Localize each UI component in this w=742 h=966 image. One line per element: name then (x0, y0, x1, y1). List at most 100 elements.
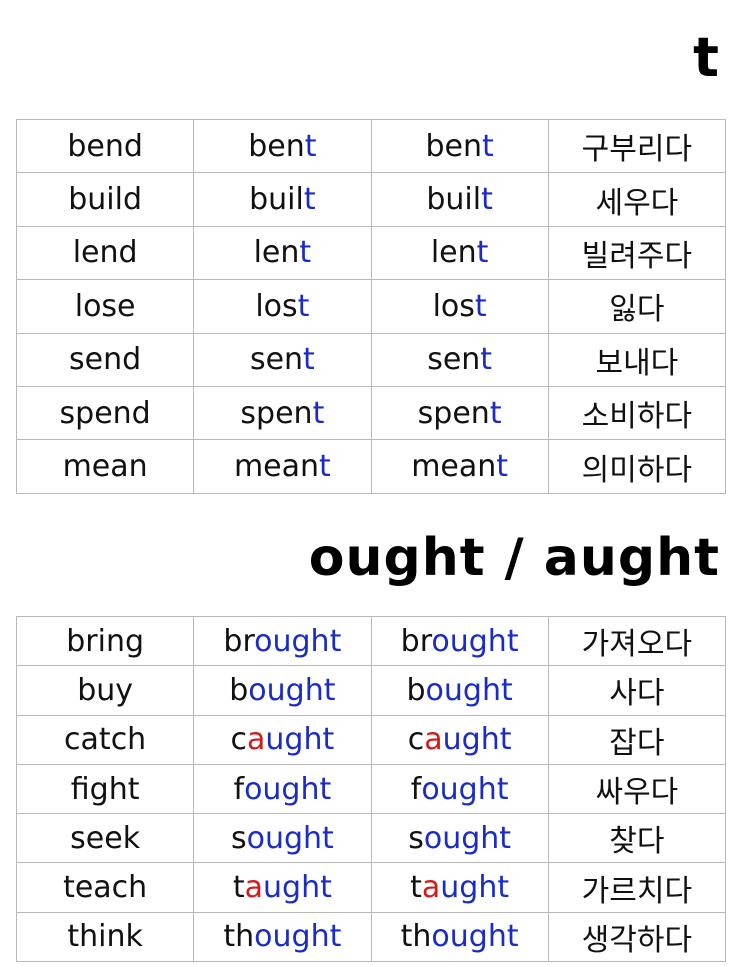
base-form-cell: send (15, 332, 195, 387)
word-segment: t (474, 288, 487, 324)
past-form-cell: caught (193, 714, 372, 765)
word-segment: c (407, 722, 425, 758)
meaning-cell: 잡다 (547, 714, 727, 765)
past-form-cell: meant (193, 439, 372, 494)
word-segment: len (430, 235, 477, 271)
word-segment: t (481, 182, 493, 218)
past-form-cell: fought (193, 763, 372, 815)
meaning-cell: 세우다 (547, 172, 727, 227)
word-segment: t (303, 182, 316, 218)
word-segment: br (400, 623, 432, 659)
word-segment: c (230, 722, 248, 758)
word-segment: t (496, 449, 509, 485)
word-segment: ught (263, 870, 332, 906)
table-row: mean meant meant 의미하다 (15, 439, 727, 494)
word-segment: ought (244, 771, 332, 807)
table-row: fight fought fought 싸우다 (15, 763, 727, 815)
meaning-cell: 사다 (547, 665, 727, 716)
base-form-cell: lend (15, 225, 195, 281)
table-row: catch caught caught 잡다 (15, 714, 727, 765)
past-participle-cell: bought (370, 665, 549, 716)
meaning-cell: 잃다 (547, 279, 727, 334)
meaning-cell: 구부리다 (547, 118, 727, 174)
meaning-cell: 생각하다 (547, 911, 727, 963)
table-row: lend lent lent 빌려주다 (15, 225, 727, 281)
word-segment: b (406, 672, 426, 708)
table-row: teach taught taught 가르치다 (15, 862, 727, 913)
word-segment: ben (425, 128, 482, 164)
past-participle-cell: brought (370, 615, 549, 667)
word-segment: b (229, 672, 249, 708)
past-form-cell: bought (193, 665, 372, 716)
word-segment: th (400, 919, 432, 955)
word-segment: spen (240, 395, 313, 431)
past-form-cell: sought (193, 813, 372, 864)
word-segment: f (410, 771, 422, 807)
past-participle-cell: spent (370, 385, 549, 441)
word-segment: ought (425, 672, 513, 708)
base-form-cell: lose (15, 279, 195, 334)
past-form-cell: lent (193, 225, 372, 281)
base-form-cell: catch (15, 714, 195, 765)
verb-table-ought-aught: bring brought brought 가져오다 buy bought bought 사다… (15, 615, 727, 963)
table-row: think thought thought 생각하다 (15, 911, 727, 963)
past-participle-cell: caught (370, 714, 549, 765)
past-participle-cell: taught (370, 862, 549, 913)
word-segment: ben (248, 128, 305, 164)
table-row: bring brought brought 가져오다 (15, 615, 727, 667)
word-segment: buil (249, 182, 304, 218)
base-form-cell: bring (15, 615, 195, 667)
word-segment: mean (233, 449, 320, 485)
word-segment: a (421, 870, 441, 906)
word-segment: t (299, 235, 312, 271)
past-form-cell: lost (193, 279, 372, 334)
word-segment: ught (265, 722, 335, 758)
word-segment: ught (440, 870, 510, 906)
section-title-t: t (693, 26, 720, 89)
past-form-cell: brought (193, 615, 372, 667)
past-participle-cell: lent (370, 225, 549, 281)
meaning-cell: 소비하다 (547, 385, 727, 441)
word-segment: ought (248, 672, 336, 708)
verb-table-t: bend bent bent 구부리다 build built built 세우다 lend le… (15, 118, 727, 494)
past-participle-cell: meant (370, 439, 549, 494)
word-segment: s (230, 820, 247, 856)
meaning-cell: 싸우다 (547, 763, 727, 815)
base-form-cell: mean (15, 439, 195, 494)
past-form-cell: sent (193, 332, 372, 387)
meaning-cell: 가르치다 (547, 862, 727, 913)
meaning-cell: 찾다 (547, 813, 727, 864)
word-segment: a (424, 722, 443, 758)
table-row: spend spent spent 소비하다 (15, 385, 727, 441)
base-form-cell: buy (15, 665, 195, 716)
table-row: buy bought bought 사다 (15, 665, 727, 716)
word-segment: mean (411, 449, 497, 485)
word-segment: t (476, 235, 489, 271)
word-segment: ought (254, 623, 342, 659)
word-segment: t (410, 870, 422, 906)
word-segment: ught (442, 722, 512, 758)
word-segment: t (312, 395, 325, 431)
word-segment: a (244, 870, 264, 906)
past-participle-cell: thought (370, 911, 549, 963)
base-form-cell: seek (15, 813, 195, 864)
meaning-cell: 의미하다 (547, 439, 727, 494)
word-segment: t (297, 288, 310, 324)
base-form-cell: teach (15, 862, 195, 913)
table-row: bend bent bent 구부리다 (15, 118, 727, 174)
meaning-cell: 가져오다 (547, 615, 727, 667)
table-row: lose lost lost 잃다 (15, 279, 727, 334)
table-row: build built built 세우다 (15, 172, 727, 227)
word-segment: t (489, 395, 502, 431)
word-segment: t (304, 128, 317, 164)
word-segment: s (408, 820, 424, 856)
table-row: seek sought sought 찾다 (15, 813, 727, 864)
word-segment: th (223, 919, 255, 955)
word-segment: br (223, 623, 255, 659)
word-segment: ought (431, 623, 519, 659)
base-form-cell: build (15, 172, 195, 227)
word-segment: sen (427, 342, 481, 378)
past-participle-cell: lost (370, 279, 549, 334)
word-segment: t (319, 449, 331, 485)
word-segment: buil (426, 182, 482, 218)
